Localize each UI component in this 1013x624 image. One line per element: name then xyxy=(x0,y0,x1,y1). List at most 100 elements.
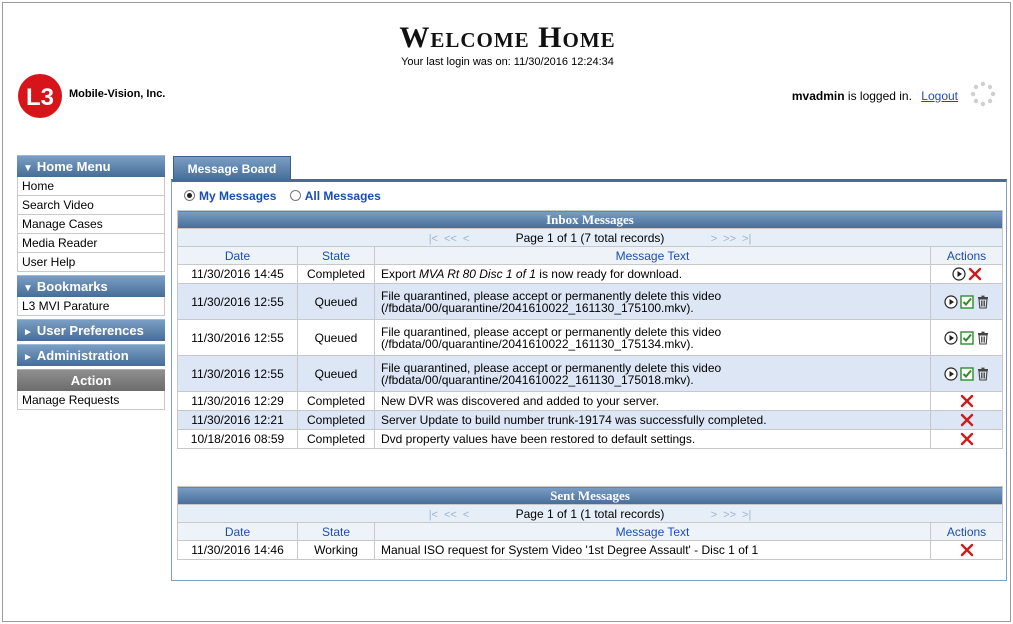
cell-actions xyxy=(930,264,1003,284)
play-icon[interactable] xyxy=(951,267,966,282)
user-preferences-header[interactable]: ► User Preferences xyxy=(17,319,165,341)
cell-message-text: Dvd property values have been restored t… xyxy=(374,429,931,449)
message-file-path: (/fbdata/00/quarantine/2041610022_161130… xyxy=(381,300,694,315)
my-messages-radio[interactable]: My Messages xyxy=(184,189,276,203)
next-page-icon[interactable]: > xyxy=(711,509,717,521)
l3-logo-icon: L3 xyxy=(18,74,62,118)
delete-x-icon[interactable] xyxy=(960,432,974,446)
cell-date: 11/30/2016 12:29 xyxy=(177,391,298,411)
my-messages-label: My Messages xyxy=(199,189,277,203)
bookmarks-header[interactable]: ▼ Bookmarks xyxy=(17,275,165,297)
all-messages-radio[interactable]: All Messages xyxy=(289,189,381,203)
logged-in-text: is logged in. xyxy=(844,89,912,103)
play-icon[interactable] xyxy=(943,367,958,381)
sent-pager-text: Page 1 of 1 (1 total records) xyxy=(515,506,665,521)
cell-actions xyxy=(930,429,1003,449)
inbox-pager-text: Page 1 of 1 (7 total records) xyxy=(515,230,665,245)
cell-message-text: File quarantined, please accept or perma… xyxy=(374,319,931,356)
cell-actions xyxy=(930,355,1003,392)
sidebar-item-manage-requests[interactable]: Manage Requests xyxy=(17,391,165,410)
home-menu-header[interactable]: ▼ Home Menu xyxy=(17,155,165,177)
cell-state: Queued xyxy=(297,355,375,392)
delete-x-icon[interactable] xyxy=(960,394,974,408)
all-messages-label: All Messages xyxy=(304,189,381,203)
triangle-down-icon: ▼ xyxy=(23,283,33,294)
administration-header[interactable]: ► Administration xyxy=(17,344,165,366)
last-page-icon[interactable]: >| xyxy=(742,509,751,521)
sent-rows: 11/30/2016 14:46 Working Manual ISO reques… xyxy=(177,540,1003,560)
cell-state: Completed xyxy=(297,264,375,284)
sidebar-item-manage-cases[interactable]: Manage Cases xyxy=(17,215,165,234)
first-page-icon[interactable]: |< xyxy=(429,509,438,521)
cell-date: 11/30/2016 14:46 xyxy=(177,540,298,560)
prev-ten-icon[interactable]: << xyxy=(444,233,457,245)
column-header-state[interactable]: State xyxy=(297,246,375,265)
delete-x-icon[interactable] xyxy=(960,413,974,427)
cell-message-text: File quarantined, please accept or perma… xyxy=(374,283,931,320)
cell-date: 11/30/2016 12:21 xyxy=(177,410,298,430)
column-header-date[interactable]: Date xyxy=(177,522,298,541)
accept-checkbox-icon[interactable] xyxy=(959,367,974,381)
next-ten-icon[interactable]: >> xyxy=(723,509,736,521)
delete-x-icon[interactable] xyxy=(960,543,974,557)
trash-icon[interactable] xyxy=(976,367,990,381)
accept-checkbox-icon[interactable] xyxy=(959,295,974,309)
prev-ten-icon[interactable]: << xyxy=(444,509,457,521)
tab-message-board[interactable]: Message Board xyxy=(173,156,291,180)
administration-label: Administration xyxy=(36,348,129,363)
cell-date: 11/30/2016 14:45 xyxy=(177,264,298,284)
logo-text: L3 xyxy=(26,84,54,111)
cell-state: Completed xyxy=(297,410,375,430)
message-file-path: (/fbdata/00/quarantine/2041610022_161130… xyxy=(381,372,694,387)
next-ten-icon[interactable]: >> xyxy=(723,233,736,245)
table-row: 11/30/2016 14:46 Working Manual ISO reques… xyxy=(177,540,1003,560)
column-header-date[interactable]: Date xyxy=(177,246,298,265)
loading-spinner-icon xyxy=(970,81,996,107)
cell-state: Working xyxy=(297,540,375,560)
cell-date: 11/30/2016 12:55 xyxy=(177,355,298,392)
cell-actions xyxy=(930,319,1003,356)
home-menu-label: Home Menu xyxy=(36,159,111,174)
column-header-message-text[interactable]: Message Text xyxy=(374,246,931,265)
username: mvadmin xyxy=(791,89,845,103)
radio-selected-icon xyxy=(184,190,195,201)
inbox-pager: |< << < Page 1 of 1 (7 total records) > >> >… xyxy=(177,228,1003,247)
trash-icon[interactable] xyxy=(976,295,990,309)
sent-table: Sent Messages |< << < Page 1 of 1 (1 total… xyxy=(177,486,1003,560)
triangle-right-icon: ► xyxy=(23,352,33,363)
delete-x-icon[interactable] xyxy=(968,267,982,281)
last-login-text: Your last login was on: 11/30/2016 12:24… xyxy=(401,56,614,68)
cell-date: 11/30/2016 12:55 xyxy=(177,319,298,356)
sidebar-item-l3-mvi-parature[interactable]: L3 MVI Parature xyxy=(17,297,165,316)
page-title: Welcome Home xyxy=(399,21,616,54)
column-header-message-text[interactable]: Message Text xyxy=(374,522,931,541)
accept-checkbox-icon[interactable] xyxy=(959,331,974,345)
triangle-right-icon: ► xyxy=(23,327,33,338)
last-page-icon[interactable]: >| xyxy=(742,233,751,245)
message-file-path: (/fbdata/00/quarantine/2041610022_161130… xyxy=(381,336,694,351)
message-export-name: MVA Rt 80 Disc 1 of 1 xyxy=(419,267,536,281)
inbox-table: Inbox Messages |< << < Page 1 of 1 (7 tota… xyxy=(177,210,1003,449)
play-icon[interactable] xyxy=(943,295,958,309)
column-header-state[interactable]: State xyxy=(297,522,375,541)
message-text: Export xyxy=(381,267,420,281)
next-page-icon[interactable]: > xyxy=(711,233,717,245)
radio-empty-icon xyxy=(289,190,301,201)
message-text: Dvd property values have been restored t… xyxy=(381,432,696,446)
prev-page-icon[interactable]: < xyxy=(463,233,469,245)
trash-icon[interactable] xyxy=(976,331,990,345)
cell-actions xyxy=(930,391,1003,411)
sidebar-item-user-help[interactable]: User Help xyxy=(17,253,165,272)
cell-message-text: Export MVA Rt 80 Disc 1 of 1 is now read… xyxy=(374,264,931,284)
sidebar-item-media-reader[interactable]: Media Reader xyxy=(17,234,165,253)
sidebar-item-search-video[interactable]: Search Video xyxy=(17,196,165,215)
sidebar-item-home[interactable]: Home xyxy=(17,177,165,196)
message-text-suffix: is now ready for download. xyxy=(535,267,683,281)
play-icon[interactable] xyxy=(943,331,958,345)
cell-message-text: New DVR was discovered and added to your… xyxy=(374,391,931,411)
inbox-rows: 11/30/2016 14:45 Completed Export MVA Rt 8… xyxy=(177,264,1003,449)
first-page-icon[interactable]: |< xyxy=(429,233,438,245)
column-header-actions: Actions xyxy=(930,522,1003,541)
logout-link[interactable]: Logout xyxy=(921,89,958,103)
prev-page-icon[interactable]: < xyxy=(463,509,469,521)
